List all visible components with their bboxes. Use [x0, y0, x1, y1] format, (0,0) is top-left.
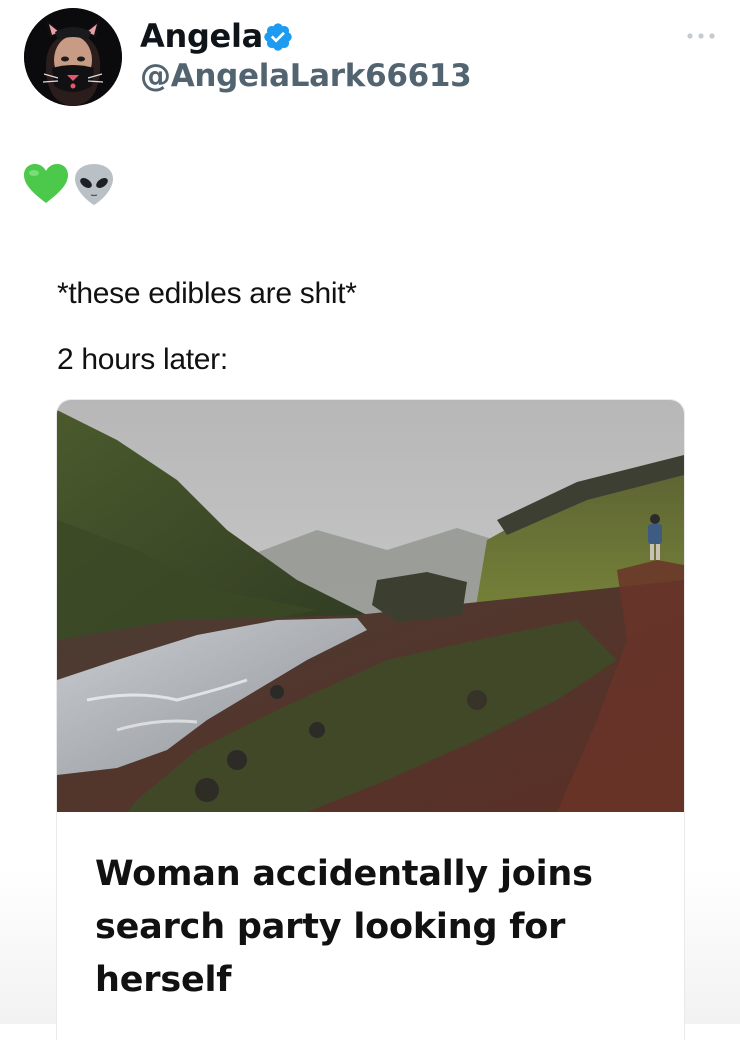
verified-badge-icon — [264, 23, 292, 51]
user-handle[interactable]: @AngelaLark66613 — [140, 58, 472, 94]
meme-caption-bottom: 2 hours later: — [57, 343, 228, 376]
news-headline: Woman accidentally joins search party lo… — [95, 854, 593, 1000]
news-card: Woman accidentally joins search party lo… — [57, 400, 684, 1040]
landscape-photo — [57, 400, 684, 812]
meme-caption-top: *these edibles are shit* — [57, 277, 357, 310]
meme-image[interactable]: *these edibles are shit* 2 hours later: — [0, 240, 740, 1040]
tweet-emojis — [24, 164, 113, 205]
alien-icon — [75, 164, 113, 205]
avatar[interactable] — [24, 8, 122, 106]
display-name[interactable]: Angela — [140, 17, 263, 55]
green-heart-icon — [24, 164, 68, 203]
ellipsis-icon[interactable] — [686, 30, 716, 42]
cat-mask-avatar-icon — [24, 8, 122, 106]
